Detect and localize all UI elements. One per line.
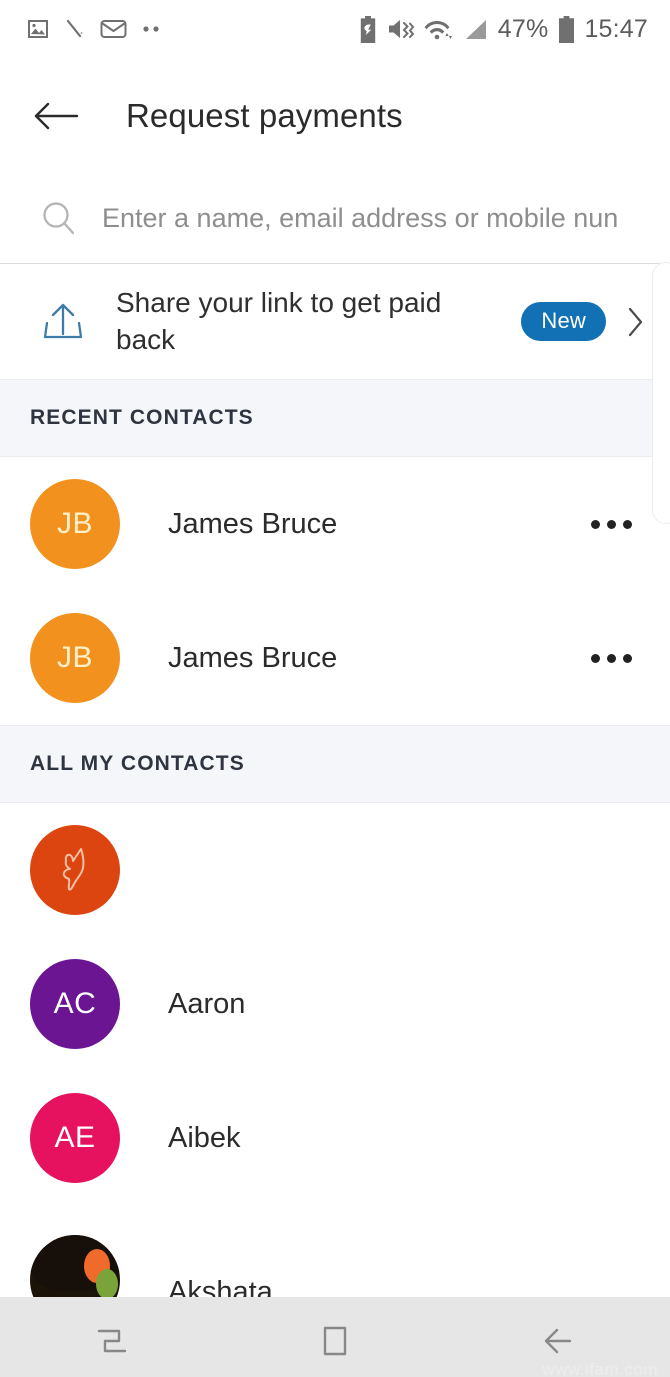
recent-contacts-list: JB James Bruce JB James Bruce: [0, 457, 670, 725]
avatar-initials: JB: [56, 641, 93, 674]
fox-head-outline-icon: [62, 848, 85, 891]
search-bar[interactable]: [0, 174, 670, 264]
contact-row-akshata[interactable]: Akshata: [0, 1205, 670, 1297]
contact-name: James Bruce: [168, 507, 338, 540]
avatar: JB: [30, 613, 120, 703]
nav-back-icon: [545, 1328, 572, 1353]
search-input[interactable]: [102, 203, 670, 234]
battery-icon: [559, 15, 575, 43]
avatar-initials: AC: [53, 987, 97, 1020]
status-bar-right-icons: 47% 15:47: [358, 15, 648, 44]
contact-name: Aibek: [168, 1121, 241, 1154]
avatar: JB: [30, 479, 120, 569]
avatar: AC: [30, 959, 120, 1049]
new-badge: New: [521, 302, 606, 341]
battery-percent-label: 47%: [497, 14, 549, 43]
contact-name: Akshata: [168, 1276, 273, 1297]
contact-name: James Bruce: [168, 641, 338, 674]
share-link-row[interactable]: Share your link to get paid back New: [0, 262, 670, 524]
contact-row-james-bruce-2[interactable]: JB James Bruce: [0, 591, 670, 725]
row-overflow-menu-icon[interactable]: [587, 636, 636, 681]
avatar: [30, 1235, 120, 1297]
page-title: Request payments: [126, 97, 403, 134]
section-header-all-my-contacts: ALL MY CONTACTS: [0, 725, 670, 803]
chevron-right-icon[interactable]: [622, 305, 648, 339]
share-upload-icon: [32, 291, 94, 353]
clock-label: 15:47: [584, 14, 648, 43]
back-button[interactable]: [30, 90, 82, 142]
home-button[interactable]: [290, 1297, 380, 1377]
signal-icon: [465, 19, 486, 39]
recents-button[interactable]: [67, 1297, 157, 1377]
watermark: www.ifam.com: [542, 1360, 658, 1377]
back-arrow-icon: [34, 102, 79, 130]
pen-slash-icon: [66, 19, 83, 38]
search-icon: [38, 198, 80, 240]
recents-icon: [97, 1329, 126, 1352]
more-dots-icon: [143, 26, 159, 32]
contact-row-unnamed[interactable]: [0, 803, 670, 937]
section-title: ALL MY CONTACTS: [30, 752, 245, 775]
image-icon: [28, 20, 48, 38]
contact-row-aibek[interactable]: AE Aibek: [0, 1071, 670, 1205]
share-link-title: Share your link to get paid back: [116, 286, 442, 355]
all-contacts-list: AC Aaron AE Aibek Akshata: [0, 803, 670, 1297]
section-title: RECENT CONTACTS: [30, 406, 254, 429]
avatar-photo-accent-green: [96, 1269, 118, 1297]
mute-vibrate-icon: [388, 20, 415, 38]
wifi-icon: [424, 20, 452, 39]
share-link-actions: New: [521, 302, 648, 341]
home-icon: [323, 1326, 347, 1355]
contact-row-james-bruce-1[interactable]: JB James Bruce: [0, 457, 670, 591]
avatar-initials: JB: [56, 507, 93, 540]
app-header: Request payments: [0, 58, 670, 174]
envelope-icon: [100, 20, 127, 38]
avatar: AE: [30, 1093, 120, 1183]
avatar: [30, 825, 120, 915]
status-bar-left-icons: [26, 17, 163, 41]
android-nav-bar: www.ifam.com: [0, 1297, 670, 1377]
avatar-initials: AE: [54, 1121, 96, 1154]
contact-name: Aaron: [168, 987, 246, 1020]
section-header-recent-contacts: RECENT CONTACTS: [0, 379, 670, 457]
status-bar: 47% 15:47: [0, 0, 670, 58]
phone-screen: 47% 15:47 Request payments Enter a name,…: [0, 0, 670, 1377]
contact-row-aaron[interactable]: AC Aaron: [0, 937, 670, 1071]
battery-saver-icon: [360, 15, 375, 43]
row-overflow-menu-icon[interactable]: [587, 502, 636, 547]
